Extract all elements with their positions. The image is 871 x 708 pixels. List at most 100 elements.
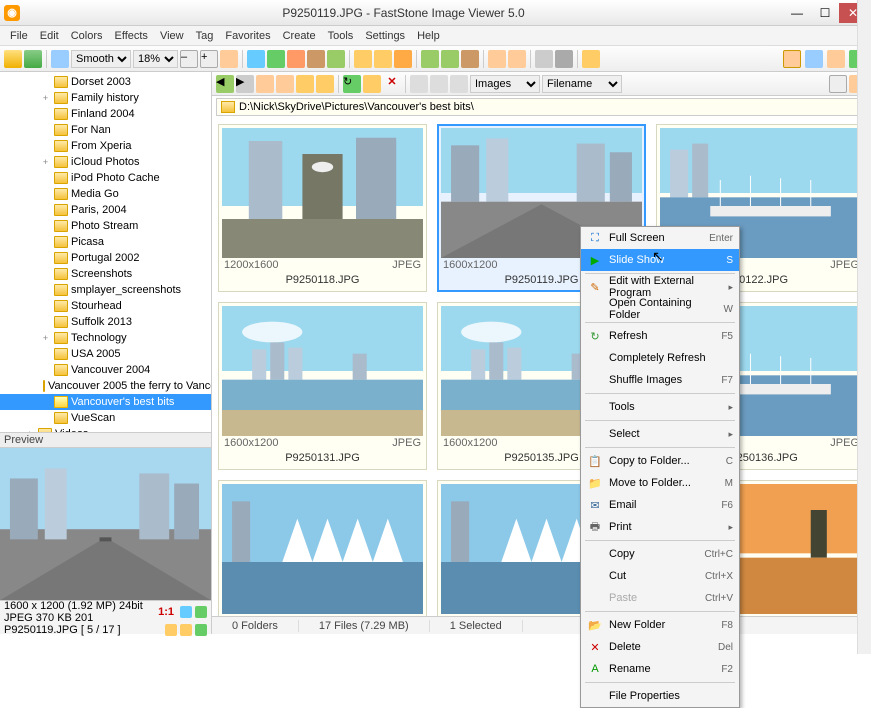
tree-item[interactable]: Portugal 2002 [0, 250, 211, 266]
forward-icon[interactable]: ▶ [236, 75, 254, 93]
tree-item[interactable]: Dorset 2003 [0, 74, 211, 90]
menu-colors[interactable]: Colors [65, 28, 109, 44]
thumbnail-area[interactable]: 1200x1600JPEGP9250118.JPG1600x1200JPEGP9… [212, 118, 871, 616]
menu-file[interactable]: File [4, 28, 34, 44]
tree-item[interactable]: Paris, 2004 [0, 202, 211, 218]
view-detail-icon[interactable] [827, 50, 845, 68]
zoom-out-icon[interactable]: – [180, 50, 198, 68]
rotate-left-icon[interactable] [354, 50, 372, 68]
tree-item[interactable]: Vancouver 2005 the ferry to Vancouver [0, 378, 211, 394]
expand-icon[interactable] [195, 606, 207, 618]
tree-item[interactable]: For Nan [0, 122, 211, 138]
redo-icon[interactable] [441, 50, 459, 68]
prev-icon[interactable] [165, 624, 177, 636]
menu-tag[interactable]: Tag [190, 28, 220, 44]
delete-icon[interactable]: ✕ [383, 75, 401, 93]
menu-item-refresh[interactable]: ↻RefreshF5 [581, 325, 739, 347]
thumbnail[interactable]: 1600x1200JPEGP9260142.JPG [218, 480, 427, 616]
copy-icon[interactable] [508, 50, 526, 68]
thumbs-scrollbar[interactable] [857, 118, 871, 616]
undo-icon[interactable] [421, 50, 439, 68]
menu-effects[interactable]: Effects [109, 28, 154, 44]
scan-icon[interactable] [535, 50, 553, 68]
new-folder-icon[interactable] [296, 75, 314, 93]
view-mode-icon[interactable] [430, 75, 448, 93]
tree-item[interactable]: Screenshots [0, 266, 211, 282]
menu-item-rename[interactable]: ARenameF2 [581, 658, 739, 680]
thumbnail[interactable]: 1600x1200JPEGP9250131.JPG [218, 302, 427, 470]
save-icon[interactable] [24, 50, 42, 68]
tree-item[interactable]: +iCloud Photos [0, 154, 211, 170]
home-icon[interactable] [276, 75, 294, 93]
tree-item[interactable]: VueScan [0, 410, 211, 426]
email-icon[interactable] [488, 50, 506, 68]
slideshow-icon[interactable] [267, 50, 285, 68]
menu-help[interactable]: Help [411, 28, 446, 44]
tree-item[interactable]: +Family history [0, 90, 211, 106]
tree-item[interactable]: USA 2005 [0, 346, 211, 362]
menu-view[interactable]: View [154, 28, 190, 44]
menu-item-copy-to-folder-[interactable]: 📋Copy to Folder...C [581, 450, 739, 472]
arrow-icon[interactable] [51, 50, 69, 68]
tag-icon[interactable] [363, 75, 381, 93]
menu-create[interactable]: Create [277, 28, 322, 44]
menu-item-full-screen[interactable]: ⛶Full ScreenEnter [581, 227, 739, 249]
preview-image[interactable] [0, 448, 211, 600]
view-mode-icon[interactable] [410, 75, 428, 93]
menu-item-delete[interactable]: ✕DeleteDel [581, 636, 739, 658]
print-icon[interactable] [555, 50, 573, 68]
filter-select[interactable]: Images [470, 75, 540, 93]
hand-icon[interactable] [220, 50, 238, 68]
maximize-button[interactable]: ☐ [811, 3, 839, 23]
zoom-pct-select[interactable]: 18% [133, 50, 178, 68]
menu-edit[interactable]: Edit [34, 28, 65, 44]
menu-tools[interactable]: Tools [322, 28, 360, 44]
tree-item[interactable]: Vancouver's best bits [0, 394, 211, 410]
fullscreen-icon[interactable] [247, 50, 265, 68]
tree-item[interactable]: Suffolk 2013 [0, 314, 211, 330]
view-mode-icon[interactable] [450, 75, 468, 93]
menu-item-copy[interactable]: CopyCtrl+C [581, 543, 739, 565]
menu-item-move-to-folder-[interactable]: 📁Move to Folder...M [581, 472, 739, 494]
zoom-mode-select[interactable]: Smooth [71, 50, 131, 68]
menu-item-print[interactable]: 🖶Print▸ [581, 516, 739, 538]
minimize-button[interactable]: — [783, 3, 811, 23]
menu-item-shuffle-images[interactable]: Shuffle ImagesF7 [581, 369, 739, 391]
crop-icon[interactable] [461, 50, 479, 68]
rotate-right-icon[interactable] [374, 50, 392, 68]
refresh-icon[interactable]: ↻ [343, 75, 361, 93]
tree-item[interactable]: Picasa [0, 234, 211, 250]
open-icon[interactable] [4, 50, 22, 68]
menu-item-email[interactable]: ✉EmailF6 [581, 494, 739, 516]
tool-icon[interactable] [327, 50, 345, 68]
zoom-in-icon[interactable]: + [200, 50, 218, 68]
menu-item-new-folder[interactable]: 📂New FolderF8 [581, 614, 739, 636]
menu-item-select[interactable]: Select▸ [581, 423, 739, 445]
menu-item-open-containing-folder[interactable]: Open Containing FolderW [581, 298, 739, 320]
menu-favorites[interactable]: Favorites [219, 28, 276, 44]
tree-item[interactable]: Photo Stream [0, 218, 211, 234]
play-icon[interactable] [195, 624, 207, 636]
tree-item[interactable]: iPod Photo Cache [0, 170, 211, 186]
up-icon[interactable] [256, 75, 274, 93]
view-list-icon[interactable] [805, 50, 823, 68]
tree-item[interactable]: From Xperia [0, 138, 211, 154]
sort-select[interactable]: Filename [542, 75, 622, 93]
menu-item-edit-with-external-program[interactable]: ✎Edit with External Program▸ [581, 276, 739, 298]
toggle-icon[interactable] [829, 75, 847, 93]
tree-item[interactable]: +Technology [0, 330, 211, 346]
thumbnail[interactable]: 1200x1600JPEGP9250118.JPG [218, 124, 427, 292]
next-icon[interactable] [180, 624, 192, 636]
fav-icon[interactable] [316, 75, 334, 93]
menu-item-cut[interactable]: CutCtrl+X [581, 565, 739, 587]
menu-item-tools[interactable]: Tools▸ [581, 396, 739, 418]
tree-item[interactable]: Stourhead [0, 298, 211, 314]
menu-settings[interactable]: Settings [359, 28, 411, 44]
path-input[interactable]: D:\Nick\SkyDrive\Pictures\Vancouver's be… [216, 98, 867, 116]
menu-item-completely-refresh[interactable]: Completely Refresh [581, 347, 739, 369]
view-thumbs-icon[interactable] [783, 50, 801, 68]
menu-item-file-properties[interactable]: File Properties [581, 685, 739, 707]
tree-item[interactable]: Vancouver 2004 [0, 362, 211, 378]
tree-item[interactable]: smplayer_screenshots [0, 282, 211, 298]
menu-item-slide-show[interactable]: ▶Slide ShowS [581, 249, 739, 271]
